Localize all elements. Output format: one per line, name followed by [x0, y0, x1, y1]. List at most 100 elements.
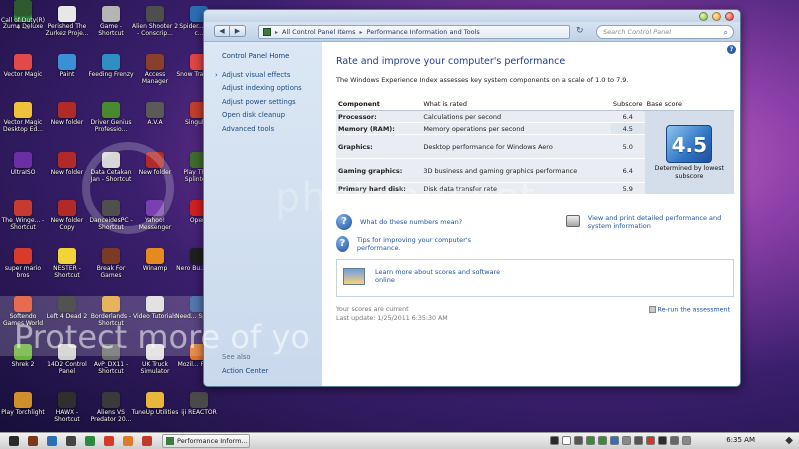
- title-bar[interactable]: [204, 10, 740, 22]
- desktop-icon[interactable]: HAWX - Shortcut: [45, 392, 89, 432]
- desktop-icon-label: New folder Copy: [50, 217, 84, 231]
- desktop-icon[interactable]: Play Torchlight: [1, 392, 45, 432]
- taskbar-app-icon[interactable]: [66, 436, 76, 446]
- search-icon[interactable]: ⌕: [724, 27, 728, 39]
- open-disk-cleanup-link[interactable]: Open disk cleanup: [222, 109, 322, 123]
- tray-icon[interactable]: [622, 436, 631, 445]
- desktop-icon[interactable]: Vector Magic: [1, 54, 45, 94]
- taskbar-app-icon[interactable]: [104, 436, 114, 446]
- tray-icon[interactable]: [682, 436, 691, 445]
- learn-more-link[interactable]: Learn more about scores and software onl…: [375, 268, 505, 288]
- desktop-icon[interactable]: Driver Genius Professio...: [89, 102, 133, 142]
- header-what-is-rated: What is rated: [421, 98, 611, 111]
- desktop-icon[interactable]: UltraISO: [1, 152, 45, 192]
- desktop-icon[interactable]: Call of Duty(R) 4 -...: [1, 0, 45, 40]
- desktop-icon[interactable]: The_Winge... - Shortcut: [1, 200, 45, 240]
- desktop-icon[interactable]: New folder Copy: [45, 200, 89, 240]
- app-icon: [58, 6, 76, 22]
- desktop-icon[interactable]: TuneUp Utilities: [132, 392, 178, 432]
- desktop-icon-label: Play Torchlight: [1, 409, 45, 416]
- taskbar-app-icon[interactable]: [123, 436, 133, 446]
- adjust-indexing-options-link[interactable]: Adjust indexing options: [222, 82, 322, 96]
- tray-icon[interactable]: [646, 436, 655, 445]
- adjust-visual-effects-link[interactable]: Adjust visual effects: [215, 69, 322, 83]
- control-panel-icon: [263, 28, 271, 36]
- desktop-icon[interactable]: Vector Magic Desktop Ed...: [1, 102, 45, 142]
- forward-button[interactable]: ▶: [230, 25, 246, 37]
- app-icon: [58, 102, 76, 118]
- tray-icon[interactable]: [586, 436, 595, 445]
- software-icon: [343, 268, 365, 285]
- desktop-icon[interactable]: NESTER - Shortcut: [45, 248, 89, 288]
- tray-icon[interactable]: [562, 436, 571, 445]
- control-panel-home-link[interactable]: Control Panel Home: [222, 50, 322, 64]
- taskbar-active-window[interactable]: Performance Inform...: [162, 434, 250, 448]
- taskbar-app-icon[interactable]: [142, 436, 152, 446]
- app-icon: [146, 54, 164, 70]
- desktop-icon[interactable]: Aliens VS Predator 20...: [89, 392, 133, 432]
- desktop-icon[interactable]: Access Manager: [133, 54, 177, 94]
- close-button[interactable]: [725, 12, 734, 21]
- address-bar[interactable]: ▸ All Control Panel Items ▸ Performance …: [258, 25, 570, 39]
- desktop-icon[interactable]: Winamp: [133, 248, 177, 288]
- tray-icon[interactable]: [598, 436, 607, 445]
- taskbar-app-icon[interactable]: [9, 436, 19, 446]
- help-icon[interactable]: ?: [727, 45, 736, 54]
- desktop-icon[interactable]: Game - Shortcut: [89, 6, 133, 46]
- app-icon: [102, 54, 120, 70]
- desktop-icon-label: UK Truck Simulator: [140, 361, 170, 375]
- action-center-link[interactable]: Action Center: [222, 365, 268, 379]
- tray-icon[interactable]: [550, 436, 559, 445]
- view-print-details-link[interactable]: View and print detailed performance and …: [588, 214, 734, 230]
- taskbar-app-icon[interactable]: [28, 436, 38, 446]
- tray-icon[interactable]: [574, 436, 583, 445]
- breadcrumb-performance[interactable]: Performance Information and Tools: [367, 28, 480, 36]
- component-cell: Graphics:: [336, 134, 422, 159]
- desktop-icon-label: HAWX - Shortcut: [54, 409, 80, 423]
- adjust-power-settings-link[interactable]: Adjust power settings: [222, 96, 322, 110]
- app-icon: [14, 200, 32, 216]
- search-input[interactable]: Search Control Panel ⌕: [596, 25, 734, 39]
- app-icon: [14, 54, 32, 70]
- app-icon: [102, 102, 120, 118]
- refresh-icon[interactable]: ↻: [576, 26, 584, 36]
- see-also-heading: See also: [222, 353, 251, 361]
- tray-icon[interactable]: [610, 436, 619, 445]
- tray-icon[interactable]: [670, 436, 679, 445]
- desktop-icon[interactable]: super mario bros: [1, 248, 45, 288]
- desktop-icon-label: iji REACTOR: [181, 409, 217, 416]
- desktop-icon[interactable]: Break For Games: [89, 248, 133, 288]
- breadcrumb-all-items[interactable]: All Control Panel Items: [282, 28, 355, 36]
- apple-logo-icon[interactable]: ◆: [785, 435, 793, 446]
- desktop-icon[interactable]: New folder: [45, 102, 89, 142]
- desktop-icon-label: AvP_DX11 - Shortcut: [93, 361, 129, 375]
- desktop-icon[interactable]: A.V.A: [133, 102, 177, 142]
- desktop-icon[interactable]: iji REACTOR: [177, 392, 221, 432]
- desktop-icon-label: Perished The Zurkez Proje...: [45, 23, 89, 37]
- app-icon: [146, 6, 164, 22]
- desktop-icon[interactable]: Alien Shooter 2 - Conscrip...: [132, 6, 178, 46]
- desktop-icon[interactable]: Paint: [45, 54, 89, 94]
- page-title: Rate and improve your computer's perform…: [336, 56, 566, 67]
- back-button[interactable]: ◀: [214, 25, 230, 37]
- advanced-tools-link[interactable]: Advanced tools: [222, 123, 322, 137]
- maximize-button[interactable]: [712, 12, 721, 21]
- desktop-icon[interactable]: Feeding Frenzy: [88, 54, 134, 94]
- what-rated-cell: 3D business and gaming graphics performa…: [421, 158, 611, 183]
- app-icon: [14, 392, 32, 408]
- last-update-text: Last update: 1/25/2011 6:35:30 AM: [336, 315, 448, 322]
- desktop-icon-label: Access Manager: [141, 71, 169, 85]
- tray-icon[interactable]: [658, 436, 667, 445]
- desktop-icon-label: Aliens VS Predator 20...: [90, 409, 132, 423]
- taskbar-app-icon[interactable]: [47, 436, 57, 446]
- what-numbers-mean-link[interactable]: What do these numbers mean?: [360, 218, 462, 226]
- taskbar-app-icon[interactable]: [85, 436, 95, 446]
- desktop-icon-label: New folder: [50, 119, 84, 126]
- rerun-assessment-link[interactable]: Re-run the assessment: [648, 306, 730, 314]
- tray-icon[interactable]: [634, 436, 643, 445]
- tips-improving-link[interactable]: Tips for improving your computer's perfo…: [357, 236, 486, 252]
- header-base-score: Base score: [644, 98, 734, 111]
- desktop-icon[interactable]: Perished The Zurkez Proje...: [45, 6, 89, 46]
- minimize-button[interactable]: [699, 12, 708, 21]
- chevron-right-icon: ▸: [359, 28, 363, 36]
